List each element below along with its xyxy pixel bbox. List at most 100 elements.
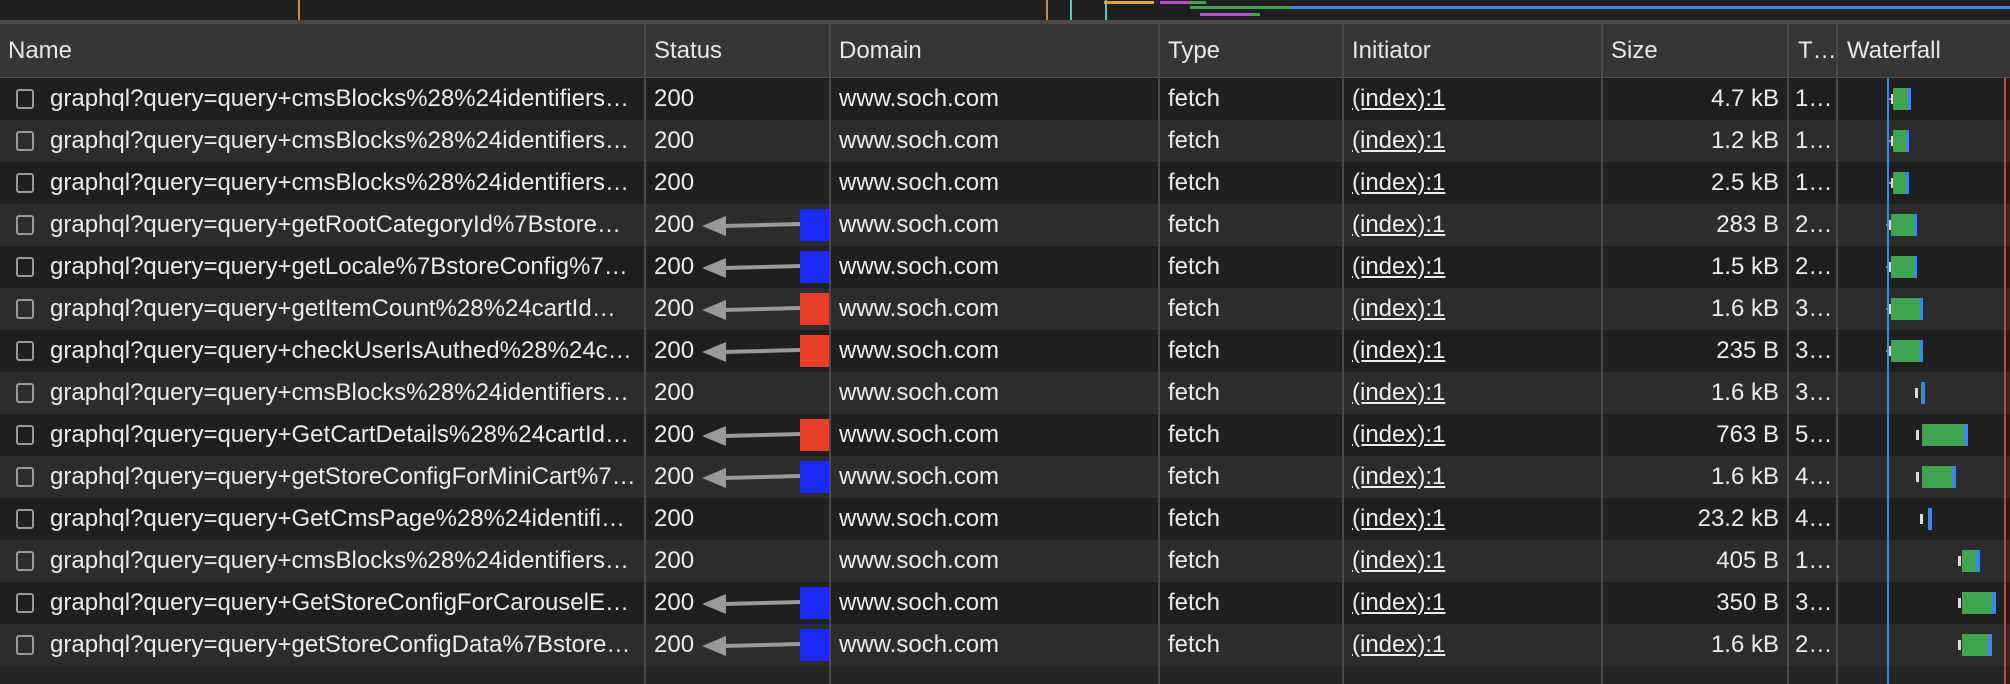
column-header-type[interactable]: Type [1160, 24, 1341, 78]
waterfall-bar[interactable] [1838, 288, 2010, 330]
waterfall-download-segment [1952, 466, 1956, 488]
table-row[interactable]: graphql?query=query+getRootCategoryId%7B… [0, 204, 2010, 246]
column-divider[interactable] [1342, 24, 1344, 684]
request-type-icon [16, 467, 34, 487]
waterfall-bar[interactable] [1838, 540, 2010, 582]
cell-domain: www.soch.com [839, 127, 1000, 154]
waterfall-bar[interactable] [1838, 456, 2010, 498]
column-header-domain[interactable]: Domain [831, 24, 1157, 78]
cell-initiator[interactable]: (index):1 [1352, 498, 1592, 540]
waterfall-bar[interactable] [1838, 372, 2010, 414]
cell-size: 1.2 kB [1710, 127, 1779, 154]
waterfall-download-segment [1992, 592, 1996, 614]
cell-initiator[interactable]: (index):1 [1352, 540, 1592, 582]
waterfall-bar[interactable] [1838, 414, 2010, 456]
table-row[interactable]: graphql?query=query+GetCartDetails%28%24… [0, 414, 2010, 456]
cell-name: graphql?query=query+cmsBlocks%28%24ident… [50, 379, 636, 406]
waterfall-download-segment [1964, 424, 1968, 446]
waterfall-download-segment [1907, 88, 1911, 110]
cell-initiator[interactable]: (index):1 [1352, 582, 1592, 624]
cell-initiator[interactable]: (index):1 [1352, 120, 1592, 162]
table-row[interactable]: graphql?query=query+cmsBlocks%28%24ident… [0, 78, 2010, 120]
cell-time: 3… [1795, 379, 1833, 406]
cell-initiator[interactable]: (index):1 [1352, 204, 1592, 246]
waterfall-bar[interactable] [1838, 582, 2010, 624]
cell-initiator[interactable]: (index):1 [1352, 246, 1592, 288]
waterfall-waiting-segment [1922, 424, 1964, 446]
red-highlight-marker [800, 335, 829, 367]
request-type-icon [16, 215, 34, 235]
cell-time: 1… [1795, 85, 1833, 112]
blue-highlight-marker [800, 461, 829, 493]
column-header-status[interactable]: Status [646, 24, 829, 78]
cell-size: 1.5 kB [1710, 253, 1779, 280]
column-divider[interactable] [1601, 24, 1603, 684]
waterfall-waiting-segment [1893, 88, 1907, 110]
cell-size: 23.2 kB [1697, 505, 1779, 532]
waterfall-bar[interactable] [1838, 624, 2010, 666]
overview-bar [1190, 1, 1206, 4]
column-divider[interactable] [1787, 24, 1789, 684]
table-row[interactable]: graphql?query=query+GetStoreConfigForCar… [0, 582, 2010, 624]
cell-size: 235 B [1716, 337, 1779, 364]
waterfall-download-segment [1913, 256, 1917, 278]
column-divider[interactable] [1158, 24, 1160, 684]
column-divider[interactable] [829, 24, 831, 684]
blue-highlight-marker [800, 587, 829, 619]
request-type-icon [16, 299, 34, 319]
waterfall-bar[interactable] [1838, 78, 2010, 120]
cell-name: graphql?query=query+getStoreConfigForMin… [50, 463, 636, 490]
waterfall-bar[interactable] [1838, 246, 2010, 288]
table-row[interactable]: graphql?query=query+checkUserIsAuthed%28… [0, 330, 2010, 372]
request-type-icon [16, 383, 34, 403]
table-row[interactable]: graphql?query=query+cmsBlocks%28%24ident… [0, 120, 2010, 162]
table-row[interactable]: graphql?query=query+cmsBlocks%28%24ident… [0, 372, 2010, 414]
table-row[interactable]: graphql?query=query+GetCmsPage%28%24iden… [0, 498, 2010, 540]
table-row[interactable]: graphql?query=query+cmsBlocks%28%24ident… [0, 162, 2010, 204]
cell-initiator[interactable]: (index):1 [1352, 78, 1592, 120]
waterfall-start-tick [1916, 472, 1919, 482]
table-row[interactable]: graphql?query=query+getStoreConfigData%7… [0, 624, 2010, 666]
cell-name: graphql?query=query+cmsBlocks%28%24ident… [50, 169, 636, 196]
column-header-waterfall[interactable]: Waterfall [1839, 24, 2010, 78]
cell-domain: www.soch.com [839, 253, 1000, 280]
waterfall-bar[interactable] [1838, 120, 2010, 162]
cell-time: 2… [1795, 211, 1833, 238]
table-row[interactable]: graphql?query=query+cmsBlocks%28%24ident… [0, 540, 2010, 582]
cell-type: fetch [1168, 631, 1221, 658]
network-overview-timeline[interactable] [0, 0, 2010, 20]
column-divider[interactable] [644, 24, 646, 684]
cell-status: 200 [654, 547, 695, 574]
column-header-name[interactable]: Name [0, 24, 644, 78]
cell-domain: www.soch.com [839, 379, 1000, 406]
waterfall-waiting-segment [1891, 256, 1913, 278]
cell-name: graphql?query=query+GetCartDetails%28%24… [50, 421, 636, 448]
waterfall-waiting-segment [1962, 634, 1988, 656]
column-header-initiator[interactable]: Initiator [1344, 24, 1600, 78]
table-row[interactable]: graphql?query=query+getLocale%7BstoreCon… [0, 246, 2010, 288]
cell-initiator[interactable]: (index):1 [1352, 624, 1592, 666]
cell-initiator[interactable]: (index):1 [1352, 330, 1592, 372]
cell-status: 200 [654, 505, 695, 532]
table-row[interactable]: graphql?query=query+getItemCount%28%24ca… [0, 288, 2010, 330]
waterfall-bar[interactable] [1838, 162, 2010, 204]
cell-time: 2… [1795, 631, 1833, 658]
waterfall-bar[interactable] [1838, 498, 2010, 540]
cell-initiator[interactable]: (index):1 [1352, 414, 1592, 456]
table-row[interactable]: graphql?query=query+getStoreConfigForMin… [0, 456, 2010, 498]
cell-time: 4… [1795, 463, 1833, 490]
request-type-icon [16, 341, 34, 361]
cell-initiator[interactable]: (index):1 [1352, 162, 1592, 204]
cell-time: 4… [1795, 505, 1833, 532]
waterfall-bar[interactable] [1838, 330, 2010, 372]
column-header-size[interactable]: Size [1603, 24, 1787, 78]
cell-domain: www.soch.com [839, 463, 1000, 490]
waterfall-bar[interactable] [1838, 204, 2010, 246]
cell-initiator[interactable]: (index):1 [1352, 372, 1592, 414]
overview-bar [1190, 6, 1250, 9]
column-header-time[interactable]: T… [1790, 24, 1836, 78]
cell-initiator[interactable]: (index):1 [1352, 456, 1592, 498]
cell-domain: www.soch.com [839, 505, 1000, 532]
column-divider[interactable] [1836, 24, 1838, 684]
cell-initiator[interactable]: (index):1 [1352, 288, 1592, 330]
